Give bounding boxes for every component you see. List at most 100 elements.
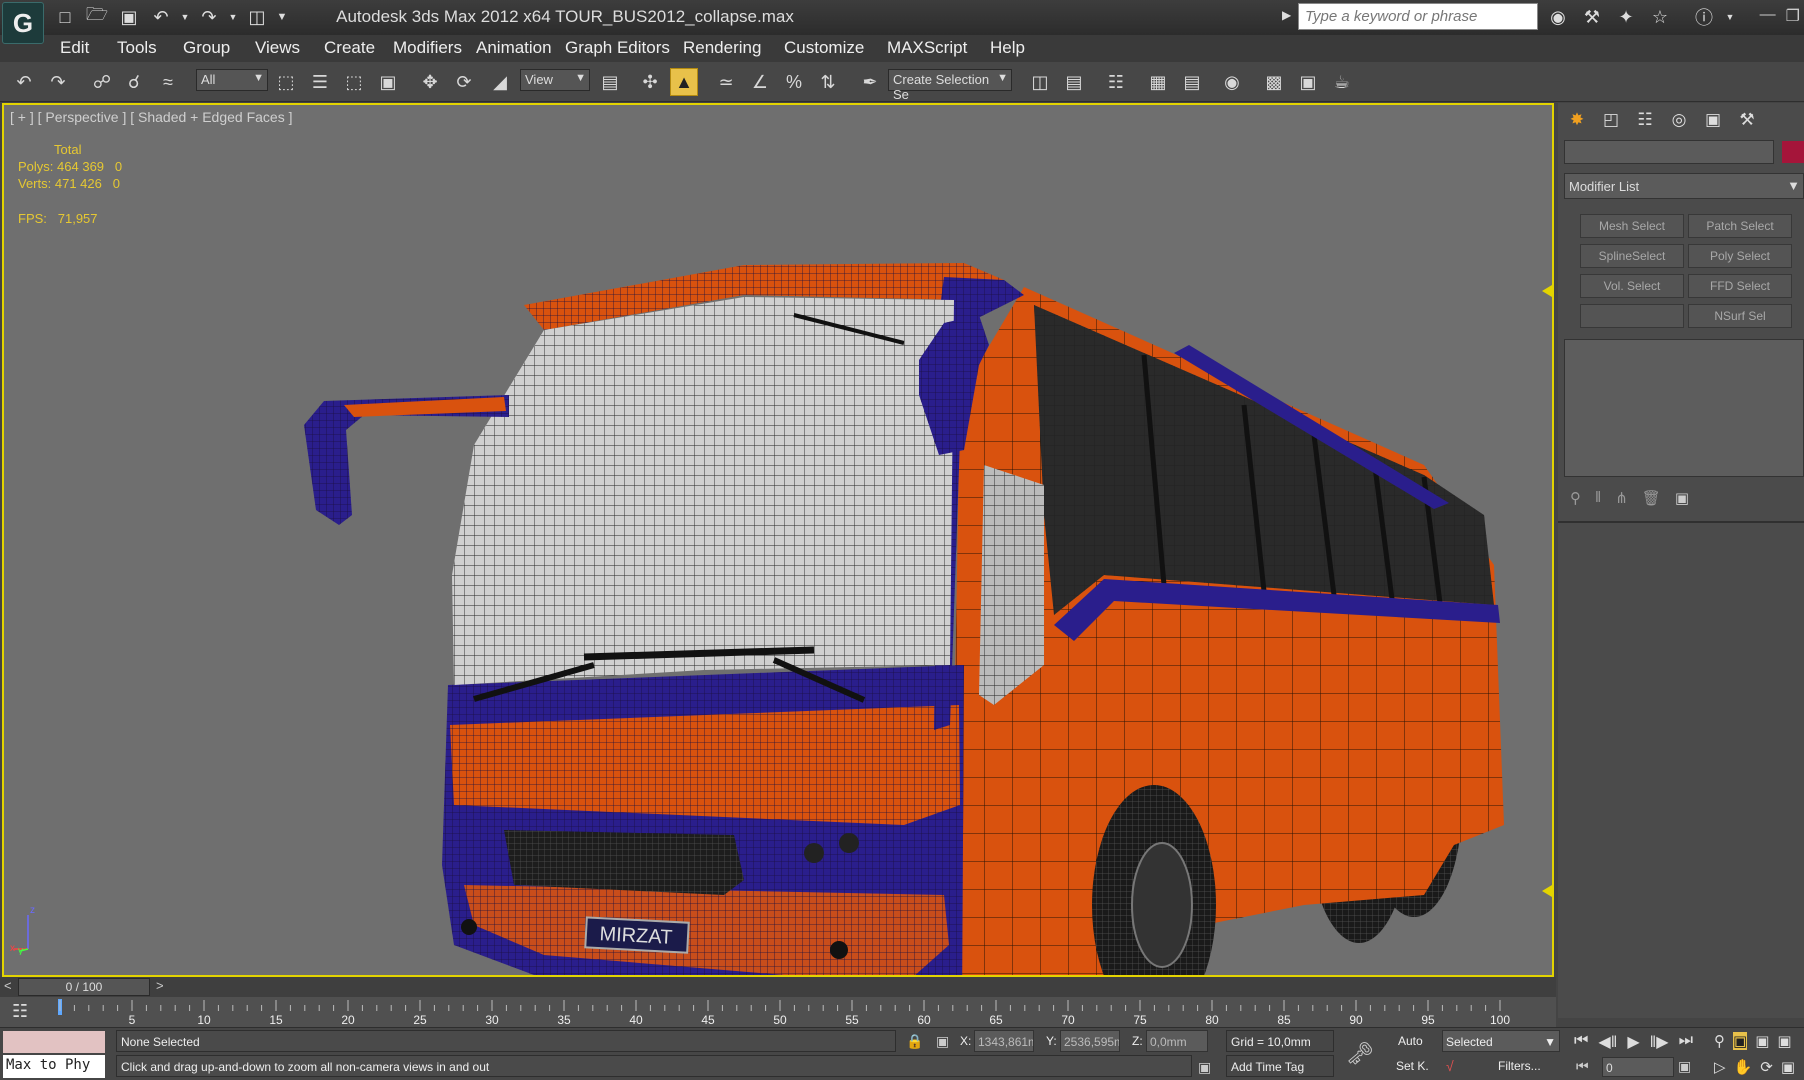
rectangular-selection-icon[interactable]: ⬚ [340,68,368,96]
zoom-icon[interactable]: ⚲ [1714,1032,1725,1050]
poly-select-button[interactable]: Poly Select [1688,244,1792,268]
next-key-icon[interactable]: ‖▶ [1650,1032,1669,1052]
modify-tab-icon[interactable]: ◰ [1598,107,1624,133]
select-object-icon[interactable]: ⬚ [272,68,300,96]
vol-select-button[interactable]: Vol. Select [1580,274,1684,298]
object-color-swatch[interactable] [1782,141,1804,163]
field-of-view-icon[interactable]: ▷ [1714,1058,1726,1076]
perspective-viewport[interactable]: MIRZAT [ + ] [ Perspective ] [ Shaded + … [2,103,1554,977]
patch-select-button[interactable]: Patch Select [1688,214,1792,238]
window-crossing-icon[interactable]: ▣ [374,68,402,96]
nsurf-sel-button[interactable]: NSurf Sel [1688,304,1792,328]
time-config-icon[interactable]: ▣ [1678,1058,1691,1075]
viewport-label[interactable]: [ + ] [ Perspective ] [ Shaded + Edged F… [10,109,293,125]
layer-manager-icon[interactable]: ☷ [1102,68,1130,96]
align-icon[interactable]: ▤ [1060,68,1088,96]
zoom-extents-icon[interactable]: ▣ [1755,1032,1769,1050]
maxscript-mini-listener[interactable]: Max to Phy [3,1055,105,1078]
undo-tool-icon[interactable]: ↶ [10,68,38,96]
next-frame-icon[interactable]: > [156,978,164,993]
graphite-toggle-icon[interactable]: ▦ [1144,68,1172,96]
named-selection-dropdown[interactable]: Create Selection Se ▼ [888,69,1012,102]
key-filters-button[interactable]: Filters... [1496,1055,1543,1077]
menu-animation[interactable]: Animation [476,38,552,58]
set-key-button[interactable]: Set K. [1394,1055,1431,1077]
motion-tab-icon[interactable]: ◎ [1666,107,1692,133]
help-icon[interactable]: ⓘ [1691,4,1717,30]
absolute-transform-icon[interactable]: ▣ [936,1033,949,1050]
menu-graph-editors[interactable]: Graph Editors [565,38,670,58]
menu-tools[interactable]: Tools [117,38,157,58]
menu-maxscript[interactable]: MAXScript [887,38,967,58]
select-and-scale-icon[interactable]: ◢ [486,68,514,96]
y-coordinate-field[interactable]: 2536,595m [1060,1030,1120,1052]
remove-modifier-icon[interactable]: 🗑 [1642,489,1661,507]
keyboard-shortcut-override-icon[interactable]: ▲ [670,68,698,96]
mirror-icon[interactable]: ◫ [1026,68,1054,96]
select-by-name-icon[interactable]: ☰ [306,68,334,96]
angle-snap-icon[interactable]: ∠ [746,68,774,96]
maximize-viewport-icon[interactable]: ▣ [1781,1058,1795,1076]
menu-edit[interactable]: Edit [60,38,89,58]
modifier-stack[interactable] [1564,339,1804,477]
material-editor-icon[interactable]: ▩ [1260,68,1288,96]
search-input[interactable]: Type a keyword or phrase [1298,3,1538,30]
time-slider-thumb[interactable]: 0 / 100 [18,978,150,996]
set-key-mode-icon[interactable]: 🗝 [1346,1041,1374,1067]
bind-space-warp-icon[interactable]: ≈ [154,68,182,96]
key-mode-toggle-icon[interactable]: ⏮ [1576,1058,1589,1075]
pivot-center-icon[interactable]: ▤ [596,68,624,96]
ffd-select-button[interactable]: FFD Select [1688,274,1792,298]
selection-lock-icon[interactable]: 🔒 [906,1033,923,1050]
zoom-extents-all-icon[interactable]: ▣ [1777,1032,1791,1050]
mesh-select-button[interactable]: Mesh Select [1580,214,1684,238]
select-manipulate-icon[interactable]: ✣ [636,68,664,96]
menu-rendering[interactable]: Rendering [683,38,761,58]
percent-snap-icon[interactable]: % [780,68,808,96]
reference-coordinate-dropdown[interactable]: View ▼ [520,69,590,91]
previous-key-icon[interactable]: ◀‖ [1598,1032,1617,1052]
go-to-start-icon[interactable]: ⏮ [1574,1032,1588,1052]
create-tab-icon[interactable]: ✸ [1564,107,1590,133]
menu-customize[interactable]: Customize [784,38,864,58]
maxscript-listener-output[interactable] [3,1031,105,1053]
display-tab-icon[interactable]: ▣ [1700,107,1726,133]
empty-modifier-button[interactable] [1580,304,1684,328]
menu-group[interactable]: Group [183,38,230,58]
curve-editor-icon[interactable]: ▤ [1178,68,1206,96]
search-expand-icon[interactable]: ▶ [1282,8,1291,22]
help-dropdown-icon[interactable]: ▼ [1725,4,1735,30]
hierarchy-tab-icon[interactable]: ☷ [1632,107,1658,133]
menu-views[interactable]: Views [255,38,300,58]
show-end-result-icon[interactable]: ‖ [1595,489,1601,507]
make-unique-icon[interactable]: ⋔ [1615,489,1628,507]
selection-filter-dropdown[interactable]: All ▼ [196,69,268,91]
favorites-star-icon[interactable]: ☆ [1647,4,1673,30]
select-and-rotate-icon[interactable]: ⟳ [450,68,478,96]
pan-view-icon[interactable]: ✋ [1734,1058,1753,1076]
default-in-out-tangent-icon[interactable]: √ [1446,1058,1454,1074]
minimize-icon[interactable]: — [1760,6,1776,26]
menu-modifiers[interactable]: Modifiers [393,38,462,58]
configure-sets-icon[interactable]: ▣ [1675,489,1689,507]
menu-help[interactable]: Help [990,38,1025,58]
go-to-end-icon[interactable]: ⏭ [1679,1032,1693,1052]
restore-icon[interactable]: ❐ [1786,6,1800,26]
binoculars-icon[interactable]: ◉ [1545,4,1571,30]
pin-stack-icon[interactable]: ⚲ [1570,489,1581,507]
modifier-list-dropdown[interactable]: Modifier List ▼ [1564,173,1804,199]
unlink-selection-icon[interactable]: ☌ [120,68,148,96]
select-and-move-icon[interactable]: ✥ [416,68,444,96]
spinner-snap-icon[interactable]: ⇅ [814,68,842,96]
play-icon[interactable]: ▶ [1627,1032,1639,1052]
communication-icon[interactable]: ✦ [1613,4,1639,30]
add-time-tag-button[interactable]: Add Time Tag [1226,1055,1334,1077]
redo-tool-icon[interactable]: ↷ [44,68,72,96]
select-and-link-icon[interactable]: ☍ [88,68,116,96]
spline-select-button[interactable]: SplineSelect [1580,244,1684,268]
menu-create[interactable]: Create [324,38,375,58]
orbit-icon[interactable]: ⟳ [1760,1058,1773,1076]
time-slider[interactable]: < 0 / 100 > [0,977,1556,997]
x-coordinate-field[interactable]: 1343,861m [974,1030,1034,1052]
time-tag-icon[interactable]: ▣ [1198,1059,1211,1076]
